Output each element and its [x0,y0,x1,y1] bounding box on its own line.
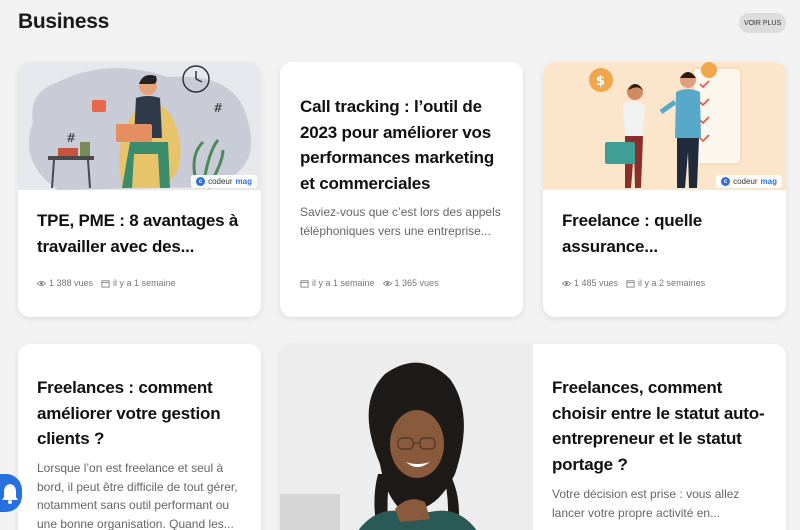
views-stat: 1 388 vues [37,278,93,288]
calendar-icon [300,279,309,288]
article-meta: 1 388 vues il y a 1 semaine [37,278,176,288]
article-card-featured[interactable]: Freelances, comment choisir entre le sta… [280,344,786,530]
codeur-mag-logo: c codeur mag [191,175,257,188]
article-title[interactable]: Call tracking : l’outil de 2023 pour amé… [300,94,510,196]
article-title[interactable]: Freelances : comment améliorer votre ges… [37,375,247,452]
svg-text:#: # [66,131,76,145]
eye-icon [382,280,392,286]
date-stat: il y a 1 semaine [101,278,176,288]
codeur-mag-logo: c codeur mag [716,175,782,188]
eye-icon [37,280,46,286]
article-card[interactable]: Call tracking : l’outil de 2023 pour amé… [280,62,523,317]
article-title[interactable]: Freelance : quelle assurance... [562,208,772,259]
article-excerpt: Lorsque l’on est freelance et seul à bor… [37,461,238,530]
views-stat: 1 485 vues [562,278,618,288]
article-title[interactable]: Freelances, comment choisir entre le sta… [552,375,767,477]
article-title[interactable]: TPE, PME : 8 avantages à travailler avec… [37,208,247,259]
article-excerpt: Votre décision est prise : vous allez la… [552,487,740,520]
date-stat: il y a 2 semaines [626,278,705,288]
eye-icon [562,280,571,286]
article-card[interactable]: # # c codeur mag TPE, PME : 8 avantages à … [18,62,261,317]
bell-icon [2,484,18,504]
date-stat: il y a 1 semaine [300,278,375,288]
svg-text:#: # [213,101,223,115]
views-stat: 1 365 vues [382,278,439,288]
article-photo [280,344,533,530]
svg-text:$: $ [596,74,605,89]
calendar-icon [626,279,635,288]
calendar-icon [101,279,110,288]
article-card[interactable]: Freelances : comment améliorer votre ges… [18,344,261,530]
article-illustration: # # c codeur mag [18,62,261,190]
section-title: Business [18,10,109,33]
article-card[interactable]: $ c codeur mag Freelance : quelle assuranc… [543,62,786,317]
article-excerpt: Saviez-vous que c’est lors des appels té… [300,205,501,238]
voir-plus-button[interactable]: VOIR PLUS [739,13,786,33]
article-meta: il y a 1 semaine 1 365 vues [300,278,439,288]
article-illustration: $ c codeur mag [543,62,786,190]
article-meta: 1 485 vues il y a 2 semaines [562,278,705,288]
